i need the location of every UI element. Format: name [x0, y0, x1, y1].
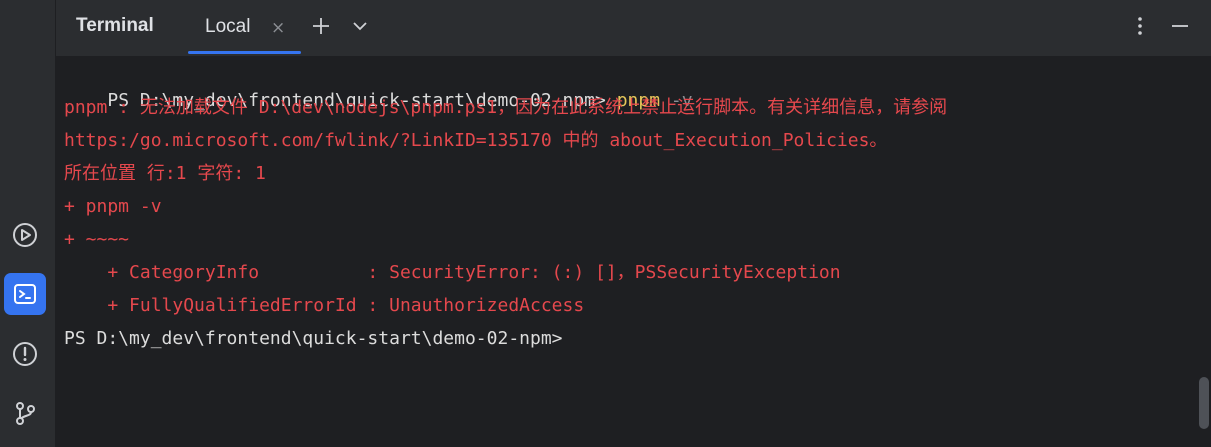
chevron-down-icon[interactable]	[346, 12, 374, 40]
more-icon[interactable]	[1126, 12, 1154, 40]
error-line: pnpm : 无法加载文件 D:\dev\nodejs\pnpm.ps1，因为在…	[64, 97, 948, 118]
close-icon[interactable]: ×	[271, 18, 285, 38]
error-line: + CategoryInfo : SecurityError: (:) []，P…	[64, 262, 841, 283]
tool-window-bar	[0, 0, 56, 447]
error-line: + ~~~~	[64, 229, 130, 250]
add-icon[interactable]	[307, 12, 335, 40]
tab-local[interactable]: Local ×	[188, 0, 301, 56]
error-line: + FullyQualifiedErrorId : UnauthorizedAc…	[64, 295, 585, 316]
minimize-icon[interactable]	[1166, 12, 1194, 40]
tab-label: Local	[205, 16, 251, 37]
problems-icon[interactable]	[4, 333, 46, 375]
scrollbar-thumb[interactable]	[1199, 377, 1209, 429]
terminal-output[interactable]: PS D:\my_dev\frontend\quick-start\demo-0…	[56, 58, 1197, 447]
git-icon[interactable]	[4, 392, 46, 434]
error-line: 所在位置 行:1 字符: 1	[64, 163, 266, 184]
terminal-header: Terminal Local ×	[56, 0, 1211, 57]
run-icon[interactable]	[4, 214, 46, 256]
error-line: https:/go.microsoft.com/fwlink/?LinkID=1…	[64, 130, 888, 151]
terminal-icon[interactable]	[4, 273, 46, 315]
tool-window-title: Terminal	[76, 15, 154, 36]
terminal-line: PS D:\my_dev\frontend\quick-start\demo-0…	[64, 62, 692, 111]
active-tab-indicator	[188, 51, 301, 54]
prompt-text: PS D:\my_dev\frontend\quick-start\demo-0…	[64, 328, 563, 349]
error-line: + pnpm -v	[64, 196, 162, 217]
